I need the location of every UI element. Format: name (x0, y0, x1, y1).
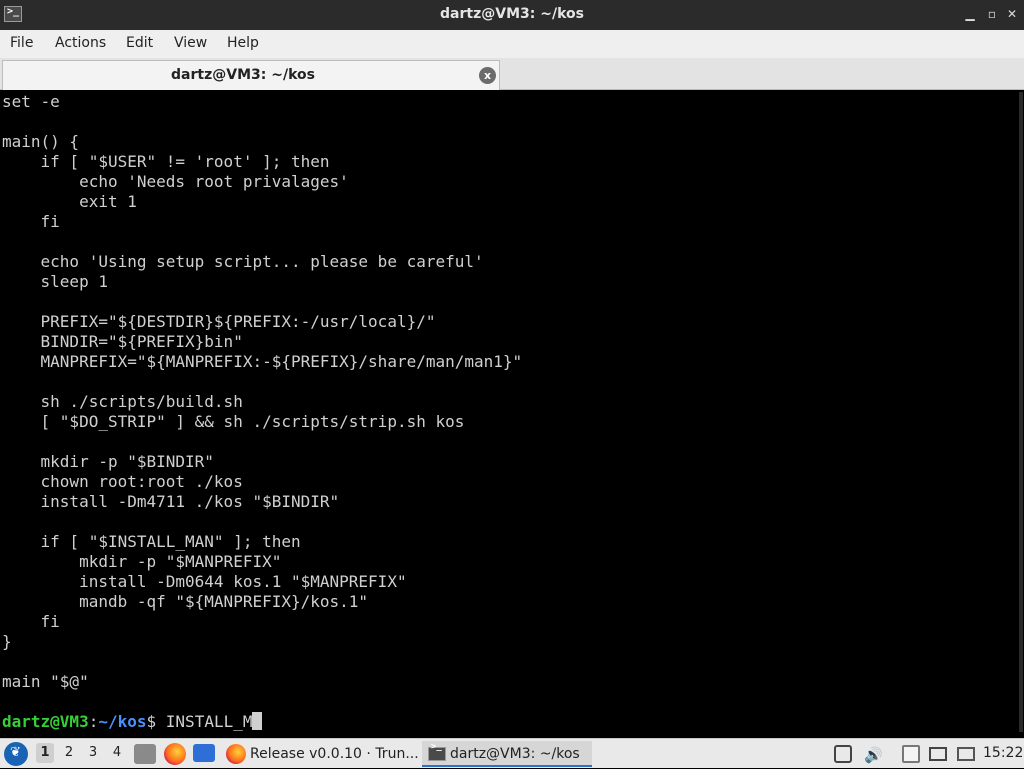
menu-bar: File Actions Edit View Help (0, 30, 1024, 58)
firefox-icon (226, 744, 246, 764)
text-cursor (252, 712, 263, 730)
task-terminal[interactable]: >_ dartz@VM3: ~/kos (422, 741, 592, 767)
tab-terminal[interactable]: dartz@VM3: ~/kos x (2, 60, 500, 90)
terminal-line: install -Dm4711 ./kos "$BINDIR" (2, 492, 340, 511)
menu-actions[interactable]: Actions (55, 35, 106, 51)
menu-file[interactable]: File (10, 35, 33, 51)
task-firefox[interactable]: Release v0.0.10 · Trun... (222, 741, 418, 767)
terminal-line: exit 1 (2, 192, 137, 211)
maximize-icon[interactable]: ▫ (984, 6, 1000, 22)
terminal-line: mandb -qf "${MANPREFIX}/kos.1" (2, 592, 369, 611)
firefox-launcher-icon[interactable] (164, 743, 186, 765)
clipboard-icon[interactable] (902, 745, 920, 763)
prompt-user-host: dartz@VM3 (2, 712, 89, 731)
workspace-4[interactable]: 4 (108, 745, 126, 769)
menu-edit[interactable]: Edit (126, 35, 153, 51)
window-titlebar: >_ dartz@VM3: ~/kos ▁ ▫ ✕ (0, 0, 1024, 30)
workspace-1[interactable]: 1 (36, 743, 54, 763)
workspace-3[interactable]: 3 (84, 745, 102, 769)
display-icon[interactable] (929, 747, 947, 761)
prompt-separator: : (88, 712, 99, 731)
terminal-line: chown root:root ./kos (2, 472, 243, 491)
command-input[interactable]: INSTALL_M (156, 712, 253, 731)
menu-help[interactable]: Help (227, 35, 259, 51)
terminal-line: sh ./scripts/build.sh (2, 392, 243, 411)
tab-label: dartz@VM3: ~/kos (171, 67, 315, 83)
terminal-line: install -Dm0644 kos.1 "$MANPREFIX" (2, 572, 407, 591)
volume-icon[interactable]: 🔊 (864, 745, 883, 764)
network-icon[interactable] (957, 747, 975, 761)
terminal-icon: >_ (428, 742, 446, 761)
system-monitor-icon[interactable] (834, 745, 852, 763)
terminal-line: mkdir -p "$BINDIR" (2, 452, 214, 471)
file-manager-icon[interactable] (134, 744, 156, 764)
terminal-prompt-line[interactable]: dartz@VM3:~/kos$ INSTALL_M (2, 712, 263, 732)
minimize-icon[interactable]: ▁ (962, 6, 978, 22)
close-window-icon[interactable]: ✕ (1004, 6, 1020, 22)
task-terminal-label: dartz@VM3: ~/kos (450, 746, 580, 762)
menu-view[interactable]: View (174, 35, 207, 51)
terminal-line: } (2, 632, 12, 651)
terminal-line: BINDIR="${PREFIX}bin" (2, 332, 243, 351)
terminal-line: set -e (2, 92, 60, 111)
terminal-scrollbar[interactable] (1019, 92, 1023, 732)
tab-bar: dartz@VM3: ~/kos x (0, 58, 1024, 90)
prompt-path: ~/kos (98, 712, 147, 731)
terminal-line: sleep 1 (2, 272, 108, 291)
workspace-2[interactable]: 2 (60, 745, 78, 769)
terminal-line: if [ "$USER" != 'root' ]; then (2, 152, 330, 171)
terminal-line: main "$@" (2, 672, 89, 691)
terminal-output[interactable]: set -e main() { if [ "$USER" != 'root' ]… (0, 90, 1024, 738)
tab-close-icon[interactable]: x (479, 67, 496, 84)
terminal-line: echo 'Using setup script... please be ca… (2, 252, 484, 271)
prompt-symbol: $ (146, 712, 157, 731)
task-firefox-label: Release v0.0.10 · Trun... (250, 746, 418, 762)
terminal-line: fi (2, 212, 60, 231)
clock[interactable]: 15:22 (983, 745, 1023, 761)
taskbar: ❦ 1 2 3 4 Release v0.0.10 · Trun... >_ d… (0, 738, 1024, 768)
terminal-line: PREFIX="${DESTDIR}${PREFIX:-/usr/local}/… (2, 312, 436, 331)
terminal-line: MANPREFIX="${MANPREFIX:-${PREFIX}/share/… (2, 352, 523, 371)
window-title: dartz@VM3: ~/kos (440, 6, 584, 22)
terminal-line: main() { (2, 132, 80, 151)
terminal-line: mkdir -p "$MANPREFIX" (2, 552, 282, 571)
terminal-line: fi (2, 612, 60, 631)
terminal-line: echo 'Needs root privalages' (2, 172, 349, 191)
terminal-line: if [ "$INSTALL_MAN" ]; then (2, 532, 301, 551)
terminal-line: [ "$DO_STRIP" ] && sh ./scripts/strip.sh… (2, 412, 465, 431)
show-desktop-icon[interactable] (193, 744, 215, 762)
start-menu-icon[interactable]: ❦ (4, 742, 28, 766)
